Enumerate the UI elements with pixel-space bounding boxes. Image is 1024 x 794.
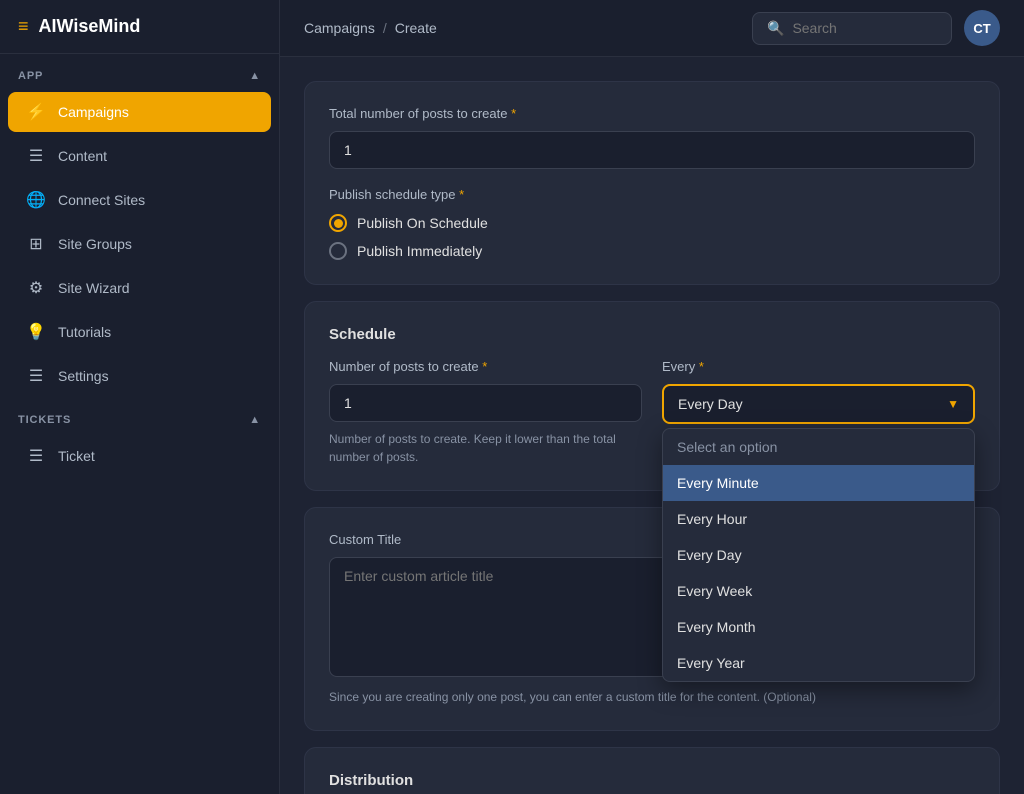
- num-posts-hint: Number of posts to create. Keep it lower…: [329, 430, 642, 466]
- search-input[interactable]: [792, 20, 937, 36]
- sidebar-item-label: Connect Sites: [58, 192, 145, 208]
- sidebar-item-label: Site Groups: [58, 236, 132, 252]
- sidebar-item-label: Tutorials: [58, 324, 111, 340]
- dropdown-option-every-day[interactable]: Every Day: [663, 537, 974, 573]
- total-posts-label: Total number of posts to create *: [329, 106, 975, 121]
- sidebar-item-tutorials[interactable]: 💡 Tutorials: [8, 312, 271, 352]
- total-posts-input[interactable]: [329, 131, 975, 169]
- every-col: Every * Every Day ▼ Select an option Eve…: [662, 359, 975, 424]
- every-label: Every *: [662, 359, 975, 374]
- sidebar-item-label: Settings: [58, 368, 109, 384]
- breadcrumb-separator: /: [383, 20, 387, 36]
- dropdown-option-every-year[interactable]: Every Year: [663, 645, 974, 681]
- sidebar-item-connect-sites[interactable]: 🌐 Connect Sites: [8, 180, 271, 220]
- campaigns-icon: ⚡: [26, 102, 46, 122]
- sidebar-item-site-wizard[interactable]: ⚙ Site Wizard: [8, 268, 271, 308]
- radio-publish-on-schedule[interactable]: Publish On Schedule: [329, 214, 975, 232]
- hamburger-icon[interactable]: ≡: [18, 16, 29, 37]
- ticket-icon: ☰: [26, 446, 46, 466]
- tickets-section-label: TICKETS ▲: [0, 398, 279, 434]
- radio-publish-immediately[interactable]: Publish Immediately: [329, 242, 975, 260]
- every-dropdown-menu: Select an option Every Minute Every Hour…: [662, 428, 975, 682]
- wizard-icon: ⚙: [26, 278, 46, 298]
- schedule-title: Schedule: [329, 326, 975, 343]
- distribution-title: Distribution: [329, 772, 975, 789]
- every-selected-value: Every Day: [678, 396, 743, 412]
- search-icon: 🔍: [767, 20, 784, 37]
- sidebar-item-label: Content: [58, 148, 107, 164]
- schedule-card: Schedule Number of posts to create * Num…: [304, 301, 1000, 491]
- breadcrumb-current: Create: [395, 20, 437, 36]
- dropdown-option-every-minute[interactable]: Every Minute: [663, 465, 974, 501]
- chevron-down-icon: ▼: [947, 397, 959, 411]
- every-dropdown-wrapper: Every Day ▼ Select an option Every Minut…: [662, 384, 975, 424]
- grid-icon: ⊞: [26, 234, 46, 254]
- radio-circle-schedule: [329, 214, 347, 232]
- tutorials-icon: 💡: [26, 322, 46, 342]
- publish-type-group: Publish On Schedule Publish Immediately: [329, 214, 975, 260]
- sidebar: ≡ AIWiseMind APP ▲ ⚡ Campaigns ☰ Content…: [0, 0, 280, 794]
- dropdown-option-every-month[interactable]: Every Month: [663, 609, 974, 645]
- dropdown-option-placeholder[interactable]: Select an option: [663, 429, 974, 465]
- app-name: AIWiseMind: [39, 16, 141, 37]
- sidebar-item-content[interactable]: ☰ Content: [8, 136, 271, 176]
- chevron-up-icon: ▲: [249, 70, 261, 82]
- sidebar-item-label: Campaigns: [58, 104, 129, 120]
- breadcrumb: Campaigns / Create: [304, 20, 740, 36]
- chevron-up-icon: ▲: [249, 414, 261, 426]
- every-dropdown-trigger[interactable]: Every Day ▼: [662, 384, 975, 424]
- topbar: Campaigns / Create 🔍 CT: [280, 0, 1024, 57]
- publish-type-label: Publish schedule type *: [329, 187, 975, 202]
- sidebar-item-label: Site Wizard: [58, 280, 130, 296]
- sidebar-item-site-groups[interactable]: ⊞ Site Groups: [8, 224, 271, 264]
- dropdown-option-every-week[interactable]: Every Week: [663, 573, 974, 609]
- breadcrumb-campaigns[interactable]: Campaigns: [304, 20, 375, 36]
- sidebar-item-label: Ticket: [58, 448, 95, 464]
- content-area: Total number of posts to create * Publis…: [280, 57, 1024, 794]
- search-box[interactable]: 🔍: [752, 12, 952, 45]
- content-icon: ☰: [26, 146, 46, 166]
- radio-label-immediately: Publish Immediately: [357, 243, 482, 259]
- custom-title-hint: Since you are creating only one post, yo…: [329, 688, 975, 706]
- sidebar-header: ≡ AIWiseMind: [0, 0, 279, 54]
- sidebar-item-ticket[interactable]: ☰ Ticket: [8, 436, 271, 476]
- settings-icon: ☰: [26, 366, 46, 386]
- sidebar-item-settings[interactable]: ☰ Settings: [8, 356, 271, 396]
- publish-settings-card: Total number of posts to create * Publis…: [304, 81, 1000, 285]
- globe-icon: 🌐: [26, 190, 46, 210]
- num-posts-col: Number of posts to create * Number of po…: [329, 359, 642, 466]
- dropdown-option-every-hour[interactable]: Every Hour: [663, 501, 974, 537]
- radio-label-schedule: Publish On Schedule: [357, 215, 488, 231]
- radio-circle-immediately: [329, 242, 347, 260]
- sidebar-item-campaigns[interactable]: ⚡ Campaigns: [8, 92, 271, 132]
- distribution-card: Distribution Post to WordPress Automatic…: [304, 747, 1000, 794]
- main-area: Campaigns / Create 🔍 CT Total number of …: [280, 0, 1024, 794]
- num-posts-label: Number of posts to create *: [329, 359, 642, 374]
- app-section-label: APP ▲: [0, 54, 279, 90]
- schedule-row: Number of posts to create * Number of po…: [329, 359, 975, 466]
- num-posts-input[interactable]: [329, 384, 642, 422]
- avatar[interactable]: CT: [964, 10, 1000, 46]
